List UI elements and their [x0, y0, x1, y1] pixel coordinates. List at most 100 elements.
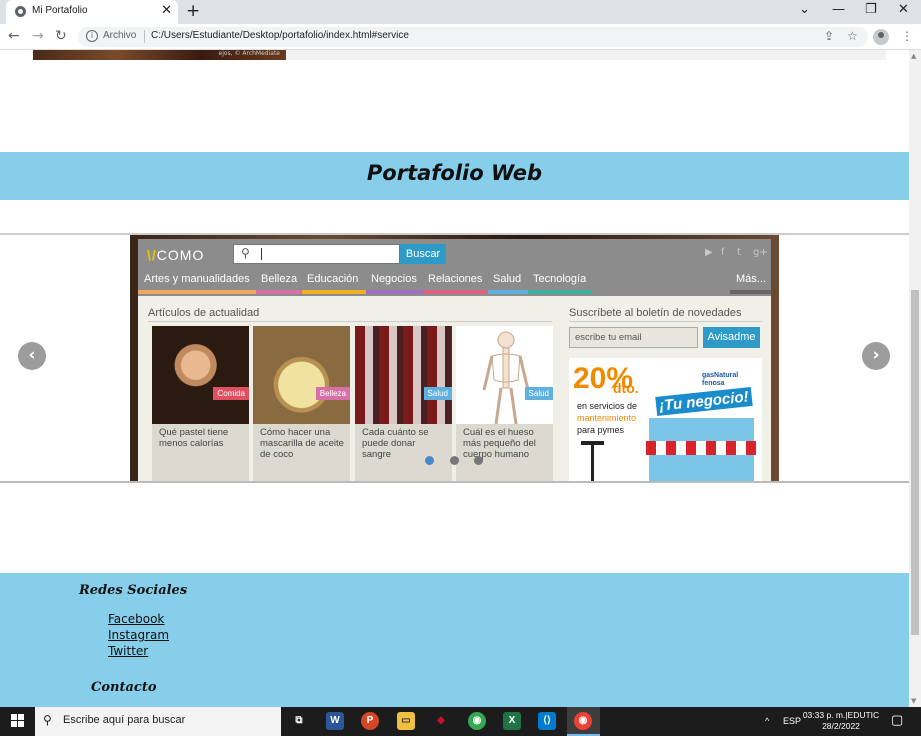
article-tag: Salud	[524, 387, 553, 400]
facebook-link[interactable]: Facebook	[108, 612, 164, 626]
chrome-icon[interactable]: ◉	[468, 712, 486, 730]
ad-line: para pymes	[577, 425, 625, 435]
carousel-slide: \/COMO ⚲ Buscar ▶ f t g+ Artes y manuali…	[130, 235, 779, 482]
info-icon[interactable]: i	[86, 30, 98, 42]
article-tag: Salud	[423, 387, 452, 400]
url-text[interactable]: C:/Users/Estudiante/Desktop/portafolio/i…	[151, 30, 409, 41]
scroll-up-arrow[interactable]: ▲	[911, 52, 916, 60]
minimize-button[interactable]: —	[832, 2, 845, 17]
newsletter-submit-button[interactable]: Avisadme	[703, 327, 760, 348]
close-window-button[interactable]: ✕	[898, 2, 909, 17]
back-button[interactable]: ←	[8, 28, 20, 44]
divider	[569, 321, 762, 322]
reload-button[interactable]: ↻	[55, 28, 67, 44]
carousel-prev-button[interactable]: ‹	[18, 342, 46, 370]
tab-search-icon[interactable]: ⌄	[799, 2, 810, 17]
article-card[interactable]: Salud Cada cuánto se puede donar sangre	[355, 326, 452, 482]
article-image	[456, 326, 553, 425]
new-tab-button[interactable]: +	[186, 1, 200, 21]
carousel-dot[interactable]	[450, 456, 459, 465]
shop-awning	[646, 441, 757, 455]
articles-heading: Artículos de actualidad	[148, 307, 260, 319]
category-color-bar	[730, 290, 771, 294]
windows-start-icon[interactable]	[11, 714, 25, 728]
profile-avatar-icon[interactable]	[873, 29, 889, 45]
search-icon: ⚲	[43, 713, 52, 727]
twitter-icon[interactable]: t	[737, 247, 741, 258]
category-color-bar	[488, 290, 528, 294]
como-search-button[interactable]: Buscar	[400, 244, 446, 264]
divider	[144, 30, 145, 43]
article-card[interactable]: Comida Qué pastel tiene menos calorías	[152, 326, 249, 482]
footer: Redes Sociales Facebook Instagram Twitte…	[0, 573, 909, 707]
tray-chevron-icon[interactable]: ^	[765, 716, 769, 726]
section-title: Portafolio Web	[366, 161, 543, 185]
ad-dto: dto.	[613, 380, 639, 396]
como-search-input[interactable]: ⚲	[233, 244, 400, 264]
facebook-icon[interactable]: f	[721, 247, 725, 258]
youtube-icon[interactable]: ▶	[705, 247, 713, 258]
carousel-dot-active[interactable]	[425, 456, 434, 465]
newsletter-email-input[interactable]: escribe tu email	[569, 327, 698, 348]
page-viewport: ejos, © ArchMediate Portafolio Web \/COM…	[0, 50, 909, 707]
taskbar-search-box[interactable]: ⚲ Escribe aquí para buscar	[35, 707, 281, 736]
menu-icon[interactable]: ⋮	[901, 29, 913, 43]
category-educacion[interactable]: Educación	[307, 273, 358, 285]
carousel-next-button[interactable]: ›	[862, 342, 890, 370]
article-card[interactable]: Belleza Cómo hacer una mascarilla de ace…	[253, 326, 350, 482]
file-explorer-icon[interactable]: ▭	[397, 712, 415, 730]
article-tag: Comida	[213, 387, 249, 400]
ad-line: mantenimiento	[577, 413, 637, 423]
excel-icon[interactable]: X	[503, 712, 521, 730]
category-color-bar	[256, 290, 302, 294]
notification-icon[interactable]: ▢	[891, 712, 903, 728]
section-banner: Portafolio Web	[0, 152, 909, 200]
article-card[interactable]: Salud Cuál es el hueso más pequeño del c…	[456, 326, 553, 482]
ad-brand-logo: gasNatural fenosa	[702, 372, 739, 387]
powerpoint-icon[interactable]: P	[361, 712, 379, 730]
carousel-dot[interactable]	[474, 456, 483, 465]
category-belleza[interactable]: Belleza	[261, 273, 297, 285]
word-icon[interactable]: W	[326, 712, 344, 730]
vscode-icon[interactable]: ⟨⟩	[538, 712, 556, 730]
tab-close-icon[interactable]: ✕	[161, 3, 172, 18]
article-title[interactable]: Cada cuánto se puede donar sangre	[362, 427, 447, 460]
address-bar[interactable]: i Archivo C:/Users/Estudiante/Desktop/po…	[78, 27, 868, 47]
article-title[interactable]: Cuál es el hueso más pequeño del cuerpo …	[463, 427, 548, 460]
red-app-icon[interactable]: ◆	[432, 712, 450, 730]
advertisement[interactable]: 20% dto. en servicios de mantenimiento p…	[569, 358, 762, 482]
restore-button[interactable]: ❐	[865, 2, 877, 17]
article-image	[355, 326, 452, 424]
article-title[interactable]: Cómo hacer una mascarilla de aceite de c…	[260, 427, 345, 460]
google-plus-icon[interactable]: g+	[753, 247, 768, 258]
chrome-active-icon[interactable]: ◉	[574, 712, 592, 730]
article-image	[152, 326, 249, 424]
category-relaciones[interactable]: Relaciones	[428, 273, 482, 285]
category-color-bar	[138, 290, 256, 294]
scrollbar-thumb[interactable]	[911, 290, 919, 635]
article-title[interactable]: Qué pastel tiene menos calorías	[159, 427, 244, 449]
task-view-icon[interactable]: ⧉	[290, 712, 308, 730]
category-mas[interactable]: Más...	[736, 273, 766, 285]
social-heading: Redes Sociales	[79, 583, 188, 598]
taskbar-clock[interactable]: 03:33 p. m.|EDUTIC 28/2/2022	[800, 710, 882, 732]
language-indicator[interactable]: ESP	[783, 716, 801, 726]
scroll-down-arrow[interactable]: ▼	[911, 697, 916, 705]
category-negocios[interactable]: Negocios	[371, 273, 417, 285]
como-logo: \/COMO	[147, 247, 205, 263]
share-icon[interactable]: ⇪	[824, 29, 834, 43]
browser-tab[interactable]: Mi Portafolio ✕	[6, 0, 178, 24]
instagram-link[interactable]: Instagram	[108, 628, 169, 642]
taskbar-search-placeholder: Escribe aquí para buscar	[63, 714, 186, 726]
category-artes[interactable]: Artes y manualidades	[144, 273, 250, 285]
category-color-bar	[366, 290, 423, 294]
search-icon: ⚲	[241, 246, 250, 260]
twitter-link[interactable]: Twitter	[108, 644, 148, 658]
bookmark-star-icon[interactable]: ☆	[847, 29, 858, 43]
category-tecnologia[interactable]: Tecnología	[533, 273, 586, 285]
category-color-bar	[302, 290, 366, 294]
contact-heading: Contacto	[91, 680, 157, 695]
category-salud[interactable]: Salud	[493, 273, 521, 285]
carousel-border-bottom	[0, 481, 909, 483]
forward-button[interactable]: →	[32, 28, 44, 44]
